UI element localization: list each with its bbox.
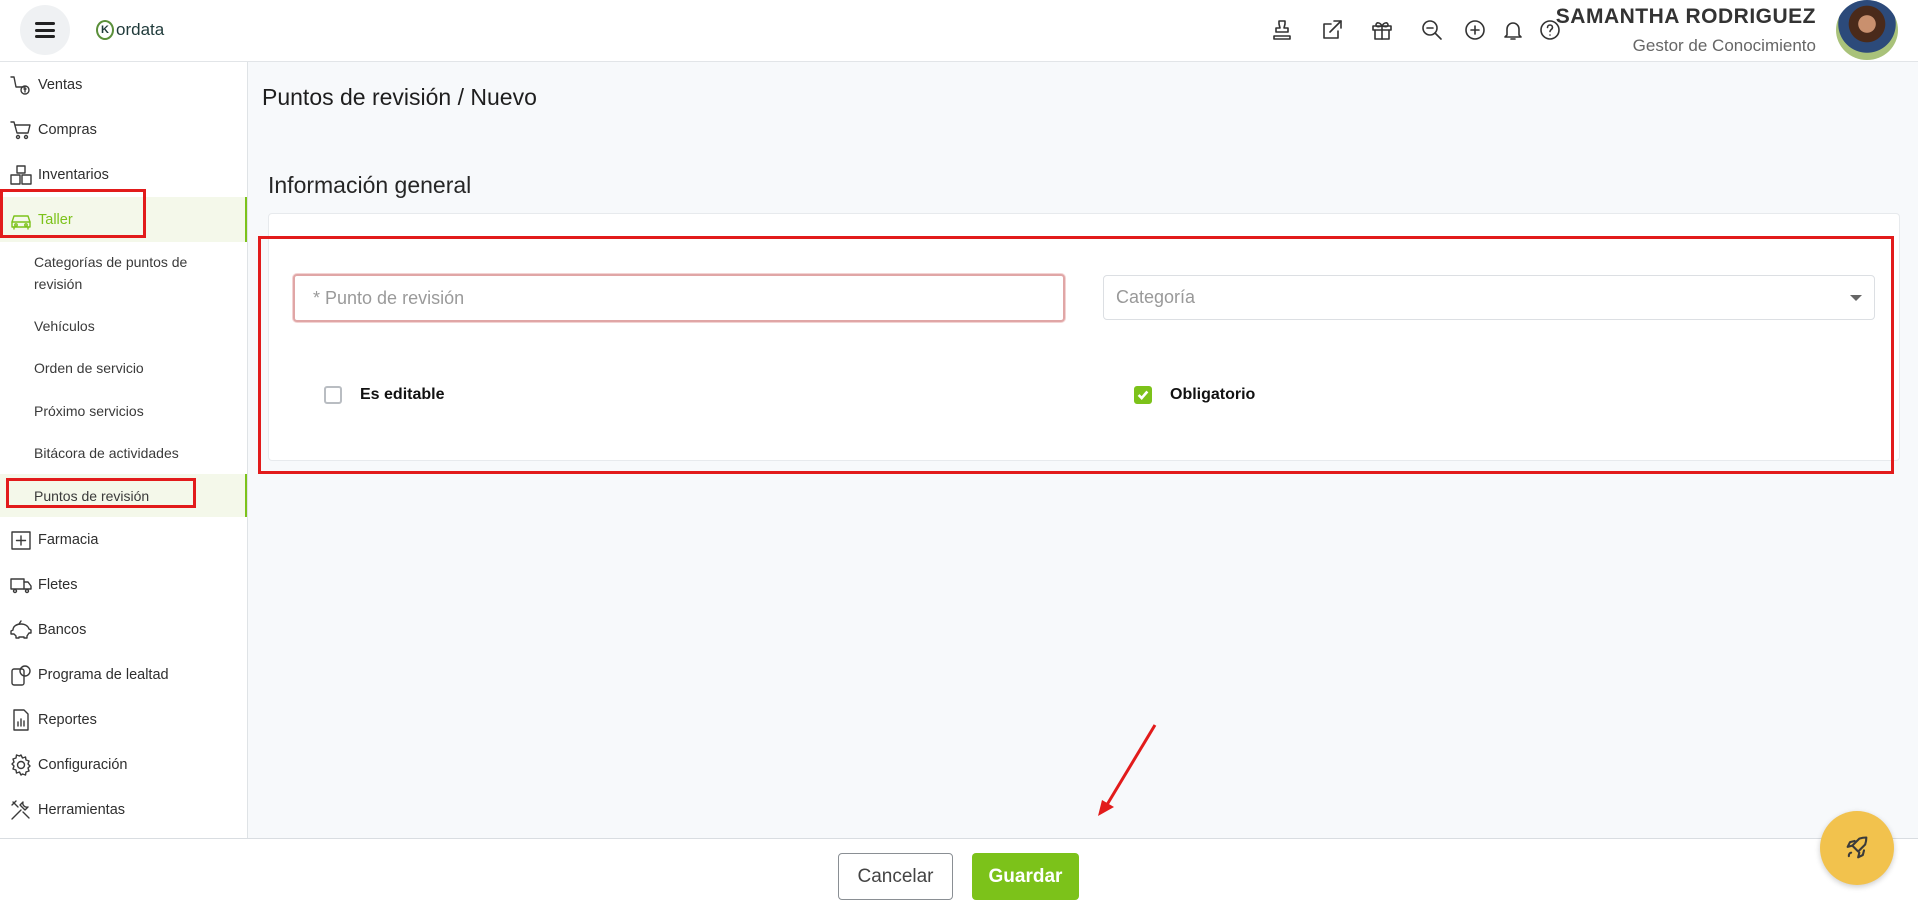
save-button[interactable]: Guardar bbox=[972, 853, 1079, 900]
sidebar-subitem-bitacora[interactable]: Bitácora de actividades bbox=[0, 432, 247, 474]
gift-icon[interactable] bbox=[1368, 16, 1396, 44]
hamburger-icon bbox=[35, 22, 55, 38]
cancel-button[interactable]: Cancelar bbox=[838, 853, 953, 900]
sidebar-item-herramientas[interactable]: Herramientas bbox=[0, 787, 247, 832]
main-content: Puntos de revisión / Nuevo Información g… bbox=[249, 62, 1918, 840]
sidebar-subitem-label: Puntos de revisión bbox=[34, 487, 150, 504]
sidebar-item-ventas[interactable]: Ventas bbox=[0, 62, 247, 107]
sidebar-item-label: Ventas bbox=[38, 76, 83, 93]
sidebar-subitem-puntos-revision[interactable]: Puntos de revisión bbox=[0, 474, 247, 517]
rocket-icon bbox=[1846, 836, 1868, 859]
categoria-placeholder: Categoría bbox=[1116, 287, 1196, 307]
truck-icon bbox=[8, 572, 34, 598]
piggy-bank-icon bbox=[8, 617, 34, 643]
car-icon bbox=[8, 207, 34, 233]
sidebar-item-inventarios[interactable]: Inventarios bbox=[0, 152, 247, 197]
external-link-icon[interactable] bbox=[1318, 16, 1346, 44]
obligatorio-checkbox-row[interactable]: Obligatorio bbox=[1134, 386, 1255, 404]
sidebar-item-label: Fletes bbox=[38, 576, 78, 593]
top-header: K ordata SAMANTHA RODRIGUEZ Gestor de Co… bbox=[0, 0, 1918, 62]
sidebar-item-compras[interactable]: Compras bbox=[0, 107, 247, 152]
logo-text: ordata bbox=[116, 20, 165, 39]
menu-toggle-button[interactable] bbox=[20, 5, 70, 55]
categoria-select[interactable]: Categoría bbox=[1103, 275, 1875, 320]
pharmacy-icon bbox=[8, 527, 34, 553]
sidebar-item-label: Inventarios bbox=[38, 166, 109, 183]
footer-bar bbox=[0, 838, 1918, 909]
tools-icon bbox=[8, 797, 34, 823]
check-icon bbox=[1137, 390, 1149, 400]
es-editable-checkbox-row[interactable]: Es editable bbox=[324, 386, 444, 404]
gear-icon bbox=[8, 752, 34, 778]
sidebar-item-programa-lealtad[interactable]: Programa de lealtad bbox=[0, 652, 247, 697]
bell-icon[interactable] bbox=[1499, 16, 1527, 44]
sidebar-subitem-label: Bitácora de actividades bbox=[34, 445, 179, 461]
obligatorio-label: Obligatorio bbox=[1170, 386, 1256, 403]
general-info-card bbox=[268, 213, 1900, 461]
search-zoom-icon[interactable] bbox=[1418, 16, 1446, 44]
chevron-down-icon bbox=[1850, 295, 1862, 301]
sidebar-item-label: Farmacia bbox=[38, 531, 99, 548]
logo-mark: K bbox=[96, 20, 114, 40]
sidebar-item-label: Herramientas bbox=[38, 801, 126, 818]
es-editable-label: Es editable bbox=[360, 386, 445, 403]
section-title: Información general bbox=[268, 172, 472, 198]
punto-revision-input[interactable] bbox=[293, 274, 1065, 322]
sidebar-item-farmacia[interactable]: Farmacia bbox=[0, 517, 247, 562]
sidebar-item-label: Compras bbox=[38, 121, 97, 138]
sidebar-item-label: Programa de lealtad bbox=[38, 666, 169, 683]
rocket-launcher-button[interactable] bbox=[1820, 811, 1894, 885]
sidebar: Ventas Compras Inventarios Taller Catego… bbox=[0, 62, 248, 840]
sidebar-subitem-label: Próximo servicios bbox=[34, 402, 144, 419]
sidebar-item-reportes[interactable]: Reportes bbox=[0, 697, 247, 742]
sidebar-item-label: Configuración bbox=[38, 756, 128, 773]
app-logo[interactable]: K ordata bbox=[96, 20, 164, 40]
breadcrumb: Puntos de revisión / Nuevo bbox=[262, 84, 537, 110]
obligatorio-checkbox[interactable] bbox=[1134, 386, 1152, 404]
avatar[interactable] bbox=[1836, 0, 1898, 60]
sidebar-subitem-label: Vehículos bbox=[34, 317, 95, 334]
sidebar-subitem-orden-servicio[interactable]: Orden de servicio bbox=[0, 347, 247, 389]
cart-icon bbox=[8, 117, 34, 143]
es-editable-checkbox[interactable] bbox=[324, 386, 342, 404]
report-icon bbox=[8, 707, 34, 733]
user-name: SAMANTHA RODRIGUEZ bbox=[1555, 5, 1816, 28]
sidebar-item-label: Taller bbox=[38, 211, 73, 228]
stamp-icon[interactable] bbox=[1268, 16, 1296, 44]
boxes-icon bbox=[8, 162, 34, 188]
sidebar-subitem-categorias[interactable]: Categorías de puntos de revisión bbox=[0, 242, 247, 304]
sidebar-subitem-label: Categorías de puntos de revisión bbox=[34, 254, 188, 292]
sidebar-item-bancos[interactable]: Bancos bbox=[0, 607, 247, 652]
add-circle-icon[interactable] bbox=[1461, 16, 1489, 44]
sales-icon bbox=[8, 72, 34, 98]
sidebar-item-label: Bancos bbox=[38, 621, 87, 638]
sidebar-item-taller[interactable]: Taller bbox=[0, 197, 247, 242]
sidebar-subitem-label: Orden de servicio bbox=[34, 360, 144, 376]
user-role: Gestor de Conocimiento bbox=[1632, 36, 1816, 55]
sidebar-item-configuracion[interactable]: Configuración bbox=[0, 742, 247, 787]
sidebar-subitem-vehiculos[interactable]: Vehículos bbox=[0, 304, 247, 347]
sidebar-subitem-proximo-servicios[interactable]: Próximo servicios bbox=[0, 389, 247, 432]
sidebar-item-label: Reportes bbox=[38, 711, 97, 728]
sidebar-item-fletes[interactable]: Fletes bbox=[0, 562, 247, 607]
loyalty-icon bbox=[8, 662, 34, 688]
